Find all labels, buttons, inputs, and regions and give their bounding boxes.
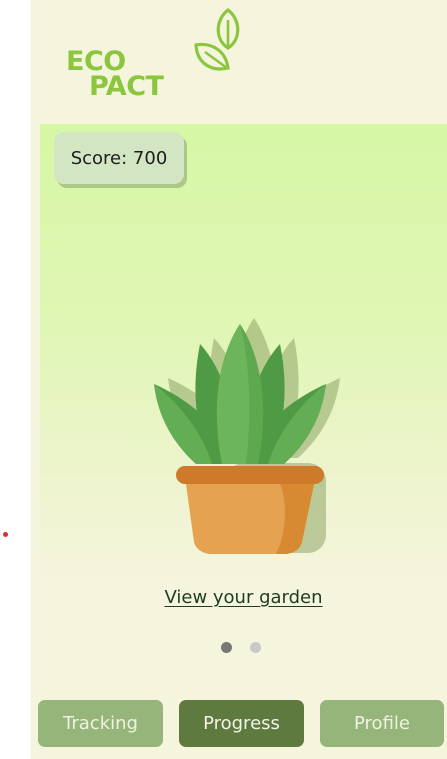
garden-card: Score: 700 View your garden [40, 124, 447, 608]
leaf-logo-icon [194, 8, 240, 71]
potted-plant-icon[interactable] [140, 314, 340, 564]
pager-dots [221, 642, 281, 654]
view-garden-link[interactable]: View your garden [40, 587, 447, 608]
tab-progress[interactable]: Progress [179, 700, 304, 747]
pager-dot-active[interactable] [221, 642, 232, 653]
stray-red-dot [3, 532, 8, 537]
score-badge: Score: 700 [54, 132, 184, 184]
tab-profile[interactable]: Profile [320, 700, 444, 747]
app-screen: ECO PACT Score: 700 View your garden Tra… [31, 0, 447, 759]
tab-tracking[interactable]: Tracking [38, 700, 163, 747]
pager-dot-inactive[interactable] [250, 642, 261, 653]
logo-pact-text: PACT [89, 71, 164, 102]
